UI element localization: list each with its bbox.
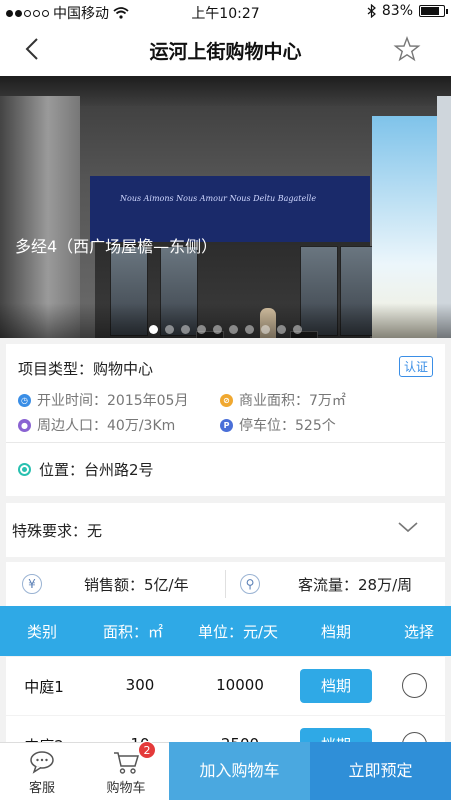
chat-bubble-icon	[30, 751, 54, 774]
service-label: 客服	[28, 781, 55, 796]
header-period: 档期	[320, 623, 351, 641]
banner-awning-text: Nous Aimons Nous Amour Nous Deltu Bagate…	[120, 194, 317, 203]
cart-badge: 2	[138, 741, 156, 759]
clock-icon: ◷	[18, 393, 31, 407]
header-select: 选择	[403, 623, 434, 641]
project-type: 项目类型：购物中心	[18, 360, 154, 378]
parking-icon: P	[220, 418, 233, 432]
shopping-cart-icon	[114, 752, 140, 774]
verified-badge: 认证	[398, 356, 433, 377]
pager-dot[interactable]	[261, 325, 270, 334]
book-now-button[interactable]: 立即预定	[310, 742, 451, 800]
project-info-card: 项目类型：购物中心 认证 ◷ 开业时间：2015年05月 ⊘ 商业面积：7万㎡ …	[6, 344, 445, 496]
banner-image[interactable]: Nous Aimons Nous Amour Nous Deltu Bagate…	[0, 76, 451, 338]
cell-price: 10000	[216, 676, 264, 694]
business-area: ⊘ 商业面积：7万㎡	[220, 390, 346, 410]
battery-fill	[421, 7, 440, 15]
page-title: 运河上街购物中心	[149, 41, 302, 63]
bluetooth-icon	[367, 4, 376, 18]
pager-dot[interactable]	[165, 325, 174, 334]
header-area: 面积：㎡	[102, 623, 163, 641]
status-bar: 中国移动 上午10:27 83%	[0, 0, 451, 24]
period-button[interactable]: 档期	[300, 669, 372, 703]
pager-dot[interactable]	[197, 325, 206, 334]
pager-dot[interactable]	[181, 325, 190, 334]
pager-dot[interactable]	[245, 325, 254, 334]
divider	[6, 442, 445, 443]
sales-text: 销售额：5亿/年	[84, 576, 189, 594]
location-text: 位置：台州路2号	[39, 461, 154, 479]
yuan-icon: ¥	[22, 574, 42, 594]
pager-dot[interactable]	[149, 325, 158, 334]
traffic-icon: ⚲	[240, 574, 260, 594]
banner-wall	[437, 96, 451, 338]
open-time-text: 开业时间：2015年05月	[37, 393, 189, 409]
battery-percent: 83%	[381, 3, 413, 19]
header-category: 类别	[26, 623, 57, 641]
page: 中国移动 上午10:27 83% 运河上街购物中心 Nous Aimons No…	[0, 0, 451, 800]
population-text: 周边人口：40万/3Km	[37, 418, 176, 434]
table-header: 类别 面积：㎡ 单位：元/天 档期 选择	[0, 606, 451, 656]
status-right: 83%	[367, 3, 448, 19]
pager-dot[interactable]	[229, 325, 238, 334]
cell-area: 300	[125, 676, 155, 694]
location-row[interactable]: 位置：台州路2号	[18, 459, 154, 480]
traffic-text: 客流量：28万/周	[298, 576, 413, 594]
special-requirement-text: 特殊要求：无	[12, 522, 103, 540]
pager-dot[interactable]	[213, 325, 222, 334]
header-price: 单位：元/天	[197, 623, 279, 641]
area-icon: ⊘	[220, 393, 233, 407]
table-row: 中庭1 300 10000 档期	[6, 657, 445, 715]
battery-icon	[419, 5, 448, 17]
population: ● 周边人口：40万/3Km	[18, 415, 175, 435]
select-radio[interactable]	[402, 673, 427, 698]
parking: P 停车位：525个	[220, 415, 336, 435]
navigation-bar: 运河上街购物中心	[0, 24, 451, 76]
person-icon: ●	[18, 418, 31, 432]
add-to-cart-button[interactable]: 加入购物车	[169, 742, 310, 800]
stats-row: ¥ 销售额：5亿/年 ⚲ 客流量：28万/周	[6, 562, 445, 606]
pager-dot[interactable]	[277, 325, 286, 334]
chevron-down-icon[interactable]	[397, 519, 419, 535]
cell-category: 中庭1	[24, 678, 64, 696]
stats-divider	[225, 570, 226, 598]
service-button[interactable]: 客服	[0, 743, 84, 800]
pager-dot[interactable]	[293, 325, 302, 334]
open-time: ◷ 开业时间：2015年05月	[18, 390, 188, 410]
parking-text: 停车位：525个	[239, 418, 336, 434]
banner-caption: 多经4（西广场屋檐—东侧）	[15, 237, 218, 256]
business-area-text: 商业面积：7万㎡	[239, 393, 346, 409]
location-icon	[18, 463, 31, 476]
banner-pager[interactable]	[0, 325, 451, 334]
cart-label: 购物车	[106, 781, 146, 796]
special-requirement-row[interactable]: 特殊要求：无	[6, 503, 445, 557]
banner-pillar	[0, 96, 80, 338]
star-outline-icon[interactable]	[393, 35, 421, 63]
cart-button[interactable]: 2 购物车	[84, 741, 168, 800]
